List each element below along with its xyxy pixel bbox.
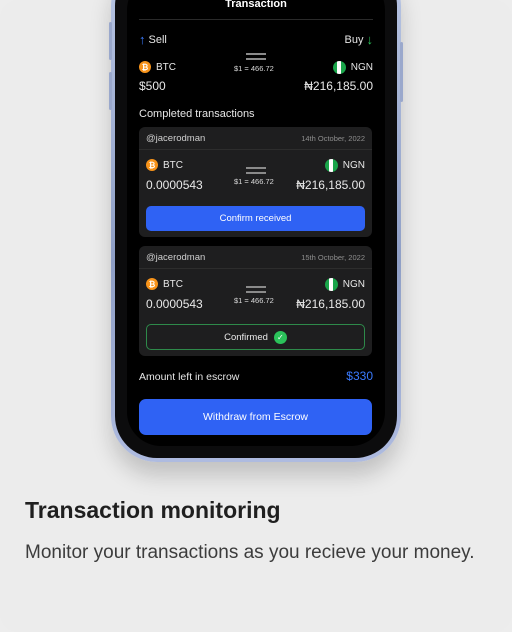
confirmed-label: Confirmed: [224, 331, 268, 343]
transaction-to-asset: NGN: [324, 278, 365, 291]
transaction-to-asset: NGN: [324, 159, 365, 172]
summary-to-amount: ₦216,185.00: [304, 79, 373, 93]
transaction-date: 14th October, 2022: [301, 134, 365, 143]
nigeria-flag-icon: [332, 61, 346, 74]
summary-to-asset: NGN: [332, 61, 373, 74]
escrow-amount: $330: [346, 369, 373, 383]
transaction-to-currency: NGN: [342, 160, 365, 171]
caption-body: Monitor your transactions as you recieve…: [25, 542, 475, 563]
header-divider: [139, 19, 373, 20]
arrow-up-icon: ↑: [139, 32, 146, 47]
summary-rate: $1 = 466.72: [234, 64, 274, 73]
card-divider: [139, 268, 372, 269]
transaction-from-asset: ₿ BTC: [146, 278, 183, 290]
power-button: [400, 42, 403, 102]
confirmed-status: Confirmed ✓: [146, 324, 365, 350]
buy-label: Buy ↓: [345, 32, 373, 47]
summary-from-currency: BTC: [156, 61, 176, 73]
card-divider: [139, 149, 372, 150]
transaction-to-currency: NGN: [342, 279, 365, 290]
transaction-user: @jacerodman: [146, 252, 206, 263]
transaction-rate: $1 = 466.72: [234, 177, 274, 186]
transaction-from-currency: BTC: [163, 278, 183, 290]
confirm-received-button[interactable]: Confirm received: [146, 206, 365, 231]
check-circle-icon: ✓: [273, 330, 287, 344]
swap-arrows-icon: [246, 50, 266, 62]
escrow-label: Amount left in escrow: [139, 371, 240, 383]
page-title: Transaction: [225, 0, 287, 10]
completed-transactions-title: Completed transactions: [139, 108, 255, 120]
volume-down-button: [109, 72, 112, 110]
transaction-from-amount: 0.0000543: [146, 178, 203, 192]
transaction-screen: Transaction ↑ Sell Buy ↓ ₿ BTC $1 = 466.…: [139, 0, 373, 440]
arrow-down-icon: ↓: [366, 32, 374, 47]
transaction-to-amount: ₦216,185.00: [296, 178, 365, 192]
sell-label: ↑ Sell: [139, 32, 167, 47]
summary-from-amount: $500: [139, 79, 166, 93]
caption-title: Transaction monitoring: [25, 497, 281, 523]
summary-to-currency: NGN: [350, 62, 373, 73]
nigeria-flag-icon: [324, 159, 338, 172]
summary-from-asset: ₿ BTC: [139, 61, 176, 73]
buy-text: Buy: [344, 33, 364, 46]
swap-arrows-icon: [246, 164, 266, 176]
transaction-from-currency: BTC: [163, 159, 183, 171]
transaction-to-amount: ₦216,185.00: [296, 297, 365, 311]
transaction-card: @jacerodman 15th October, 2022 ₿ BTC 0.0…: [139, 246, 372, 356]
sell-text: Sell: [148, 33, 167, 46]
bitcoin-icon: ₿: [146, 278, 158, 290]
transaction-user: @jacerodman: [146, 133, 206, 144]
swap-arrows-icon: [246, 283, 266, 295]
transaction-rate: $1 = 466.72: [234, 296, 274, 305]
withdraw-from-escrow-button[interactable]: Withdraw from Escrow: [139, 399, 372, 435]
transaction-from-amount: 0.0000543: [146, 297, 203, 311]
transaction-card: @jacerodman 14th October, 2022 ₿ BTC 0.0…: [139, 127, 372, 237]
nigeria-flag-icon: [324, 278, 338, 291]
volume-up-button: [109, 22, 112, 60]
transaction-from-asset: ₿ BTC: [146, 159, 183, 171]
transaction-date: 15th October, 2022: [301, 253, 365, 262]
bitcoin-icon: ₿: [146, 159, 158, 171]
bitcoin-icon: ₿: [139, 61, 151, 73]
